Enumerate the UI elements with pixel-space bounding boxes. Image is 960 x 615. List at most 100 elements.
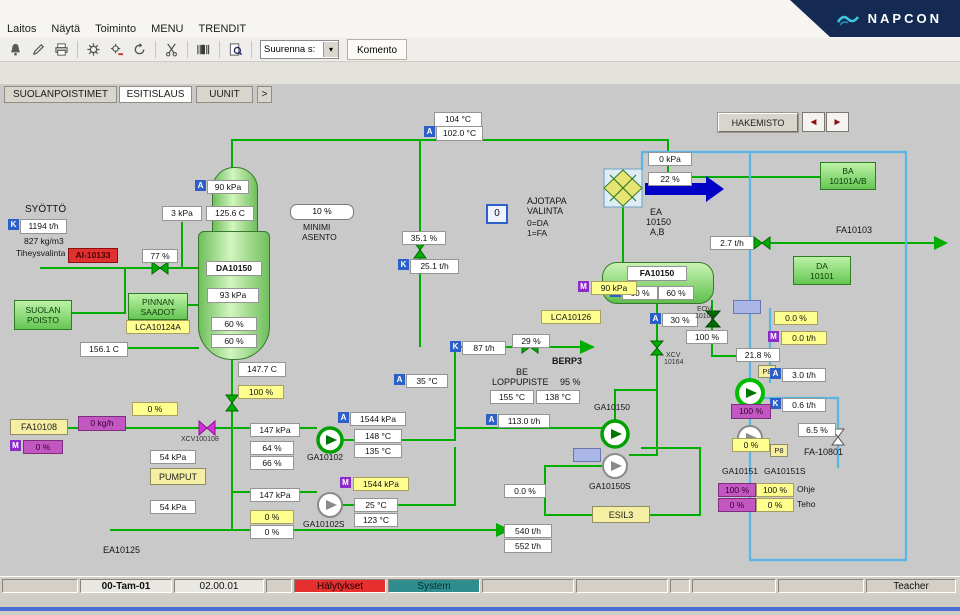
tab-more-button[interactable]: > bbox=[257, 86, 272, 103]
esil3-button[interactable]: ESIL3 bbox=[592, 506, 650, 523]
column-mid-pressure: 93 kPa bbox=[207, 288, 259, 303]
fa10108-button[interactable]: FA10108 bbox=[10, 419, 68, 435]
da10101-line2: 10101 bbox=[794, 271, 850, 281]
badge-m-icon: M bbox=[768, 331, 779, 342]
cut-icon[interactable] bbox=[160, 40, 183, 60]
minimi-label-2: ASENTO bbox=[302, 232, 337, 242]
edit-icon[interactable] bbox=[27, 40, 50, 60]
ba10101-line2: 10101A/B bbox=[821, 176, 875, 186]
ga10102s-pressure-sp[interactable]: 1544 kPa bbox=[353, 477, 409, 491]
page-prev-button[interactable]: ◄ bbox=[802, 112, 825, 132]
alarm-bell-icon[interactable] bbox=[4, 40, 27, 60]
ohje-value-pump1[interactable]: 100 % bbox=[718, 483, 756, 497]
level-controller-lca10124a[interactable]: LCA10124A bbox=[126, 320, 190, 334]
fa10150-pressure-sp[interactable]: 90 kPa bbox=[591, 281, 637, 295]
feed-analyzer-alarm[interactable]: AI-10133 bbox=[68, 248, 118, 263]
gear-tools-icon[interactable] bbox=[105, 40, 128, 60]
column-bottom-temp: 147.7 C bbox=[238, 362, 286, 377]
status-empty-cell bbox=[670, 579, 690, 593]
menu-menu[interactable]: MENU bbox=[151, 23, 183, 35]
ba10101-button[interactable]: BA 10101A/B bbox=[820, 162, 876, 190]
teho-value-pump2[interactable]: 0 % bbox=[756, 498, 794, 512]
toolbar-separator bbox=[251, 41, 252, 58]
zoom-page-icon[interactable] bbox=[224, 40, 247, 60]
menu-nayta[interactable]: Näytä bbox=[51, 23, 80, 35]
ea10125-label: EA10125 bbox=[103, 545, 140, 555]
pinnan-saadot-button[interactable]: PINNAN SAADOT bbox=[128, 293, 188, 320]
right-flow-sp-2[interactable]: 0.0 t/h bbox=[781, 331, 827, 345]
status-system-button[interactable]: System bbox=[388, 579, 480, 593]
ga10102-temp-1: 148 °C bbox=[354, 429, 402, 443]
status-alarms-button[interactable]: Hälytykset bbox=[294, 579, 386, 593]
badge-a-icon: A bbox=[424, 126, 435, 137]
ga10102-load-1: 64 % bbox=[250, 441, 294, 455]
teho-value-pump1[interactable]: 0 % bbox=[718, 498, 756, 512]
menu-trendit[interactable]: TRENDIT bbox=[198, 23, 246, 35]
column-level-1: 60 % bbox=[211, 317, 257, 331]
feed-title: SYÖTTÖ bbox=[25, 204, 66, 215]
column-da10150-top[interactable] bbox=[212, 167, 258, 235]
tab-uunit[interactable]: UUNIT bbox=[196, 86, 253, 103]
zoom-select[interactable]: Suurenna s: ▾ bbox=[260, 40, 339, 59]
menu-laitos[interactable]: Laitos bbox=[7, 23, 36, 35]
column-name[interactable]: DA10150 bbox=[206, 261, 262, 276]
column-left-temp: 156.1 C bbox=[80, 342, 128, 357]
toolbar-separator bbox=[155, 41, 156, 58]
menu-bar: Laitos Näytä Toiminto MENU TRENDIT NAPCO… bbox=[0, 0, 960, 39]
level-controller-lca10126[interactable]: LCA10126 bbox=[541, 310, 601, 324]
feed-valve-pos: 77 % bbox=[142, 249, 178, 263]
p8-tag: P8 bbox=[770, 444, 788, 457]
fa10108-valve-sp[interactable]: 0 % bbox=[132, 402, 178, 416]
badge-a-icon: A bbox=[338, 412, 349, 423]
ajotapa-label-1: AJOTAPA bbox=[527, 196, 567, 206]
ga10102-suction-pressure: 147 kPa bbox=[250, 423, 300, 437]
brand-name: NAPCON bbox=[868, 11, 942, 26]
komento-button[interactable]: Komento bbox=[347, 39, 407, 60]
ga10102s-load-sp[interactable]: 0 % bbox=[250, 510, 294, 524]
ea10150-label-1: EA bbox=[650, 207, 662, 217]
ajotapa-value[interactable]: 0 bbox=[486, 204, 508, 224]
status-time: 02.00.01 bbox=[174, 579, 264, 593]
fa10150-name[interactable]: FA10150 bbox=[627, 266, 687, 281]
right-flow-sp-1[interactable]: 0.0 % bbox=[774, 311, 818, 325]
ga10151-speed[interactable]: 100 % bbox=[731, 404, 771, 419]
eov-label-2: 10107 bbox=[695, 313, 714, 320]
da10101-button[interactable]: DA 10101 bbox=[793, 256, 851, 285]
pumput-button[interactable]: PUMPUT bbox=[150, 468, 206, 485]
ga10102-label: GA10102 bbox=[307, 452, 343, 462]
print-icon[interactable] bbox=[50, 40, 73, 60]
page-next-button[interactable]: ► bbox=[826, 112, 849, 132]
status-empty-cell bbox=[482, 579, 574, 593]
ga10151s-speed[interactable]: 0 % bbox=[732, 438, 770, 452]
pinnan-saadot-line1: PINNAN bbox=[129, 297, 187, 307]
heat-exchanger-ea10150[interactable] bbox=[604, 169, 642, 207]
taskbar-accent-line bbox=[0, 607, 960, 611]
status-bar: 00-Tam-01 02.00.01 Hälytykset System Tea… bbox=[0, 576, 960, 596]
menu-items: Laitos Näytä Toiminto MENU TRENDIT bbox=[7, 23, 246, 35]
ohje-value-pump2[interactable]: 100 % bbox=[756, 483, 794, 497]
column-bottom-valve-sp[interactable]: 100 % bbox=[238, 385, 284, 399]
toolbar-separator bbox=[187, 41, 188, 58]
hakemisto-button[interactable]: HAKEMISTO bbox=[718, 113, 798, 132]
suolan-poisto-button[interactable]: SUOLAN POISTO bbox=[14, 300, 72, 330]
reflux-flow: 25.1 t/h bbox=[410, 259, 459, 274]
mid-valve-pos: 0.0 % bbox=[504, 484, 546, 498]
chevron-down-icon[interactable]: ▾ bbox=[323, 42, 338, 57]
ga10102s-label: GA10102S bbox=[303, 519, 345, 529]
tab-esitislaus[interactable]: ESITISLAUS bbox=[119, 86, 192, 103]
refresh-icon[interactable] bbox=[128, 40, 151, 60]
xcv10164-label-2: 10164 bbox=[664, 359, 683, 366]
fa10150-bottom-level: 30 % bbox=[662, 313, 698, 327]
menu-toiminto[interactable]: Toiminto bbox=[95, 23, 136, 35]
ga10102-discharge-pressure: 1544 kPa bbox=[350, 412, 406, 426]
ga10102s-load: 0 % bbox=[250, 525, 294, 539]
mode-indicator bbox=[573, 448, 601, 462]
feed-density-select-label: Tiheysvalinta bbox=[16, 248, 65, 258]
ea10150-label-2: 10150 bbox=[646, 217, 671, 227]
barcode-icon[interactable] bbox=[192, 40, 215, 60]
fa10108-output[interactable]: 0 % bbox=[23, 440, 63, 454]
tab-suolanpoistimet[interactable]: SUOLANPOISTIMET bbox=[4, 86, 117, 103]
gear-settings-icon[interactable] bbox=[82, 40, 105, 60]
minimi-asento-value[interactable]: 10 % bbox=[290, 204, 354, 220]
ga10102-load-2: 66 % bbox=[250, 456, 294, 470]
